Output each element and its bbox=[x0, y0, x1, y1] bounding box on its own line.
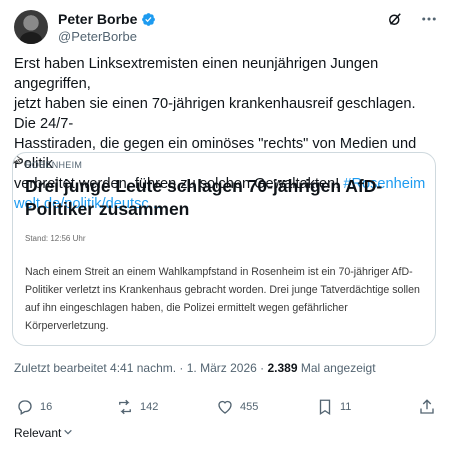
author-handle[interactable]: @PeterBorbe bbox=[58, 29, 137, 44]
author-name-row: Peter Borbe bbox=[58, 11, 156, 27]
link-preview-card[interactable]: ROSENHEIM Drei junge Leute schlagen 70-j… bbox=[12, 152, 436, 346]
views-count: 2.389 bbox=[267, 361, 298, 375]
heart-icon bbox=[218, 400, 232, 414]
tweet-meta: Zuletzt bearbeitet 4:41 nachm. · 1. März… bbox=[14, 361, 376, 375]
sort-label: Relevant bbox=[14, 426, 62, 440]
repost-icon bbox=[119, 399, 131, 415]
edited-timestamp[interactable]: Zuletzt bearbeitet 4:41 nachm. · 1. März… bbox=[14, 361, 267, 375]
share-button[interactable] bbox=[418, 398, 436, 416]
card-source-label: ROSENHEIM bbox=[25, 160, 83, 170]
like-count: 455 bbox=[240, 401, 259, 413]
bookmark-icon bbox=[319, 399, 331, 416]
reply-count: 16 bbox=[40, 401, 53, 413]
share-icon bbox=[420, 399, 434, 414]
reply-icon bbox=[18, 400, 32, 415]
tweet-actions-bar: 16 142 455 11 bbox=[14, 398, 438, 418]
cursor-icon bbox=[13, 153, 23, 168]
grok-icon[interactable] bbox=[386, 10, 404, 28]
card-timestamp: Stand: 12:56 Uhr bbox=[25, 234, 86, 243]
avatar[interactable] bbox=[14, 10, 48, 44]
chevron-down-icon bbox=[63, 426, 73, 440]
card-body-text: Nach einem Streit an einem Wahlkampfstan… bbox=[25, 266, 420, 332]
more-options-icon[interactable] bbox=[420, 10, 438, 28]
sort-dropdown[interactable]: Relevant bbox=[14, 426, 73, 440]
header-actions bbox=[386, 10, 438, 28]
tweet-text-line: Erst haben Linksextremisten einen neunjä… bbox=[14, 56, 379, 92]
views-label: Mal angezeigt bbox=[297, 361, 376, 375]
bookmark-count: 11 bbox=[340, 401, 352, 413]
repost-button[interactable]: 142 bbox=[116, 398, 158, 416]
bookmark-button[interactable]: 11 bbox=[316, 398, 351, 416]
tweet-header: Peter Borbe @PeterBorbe bbox=[14, 8, 438, 44]
reply-button[interactable]: 16 bbox=[16, 398, 52, 416]
like-button[interactable]: 455 bbox=[216, 398, 258, 416]
card-title[interactable]: Drei junge Leute schlagen 70-jährigen Af… bbox=[25, 175, 425, 221]
author-display-name[interactable]: Peter Borbe bbox=[58, 11, 137, 27]
verified-badge-icon bbox=[141, 12, 156, 27]
tweet-text-line: jetzt haben sie einen 70-jährigen kranke… bbox=[14, 96, 416, 132]
repost-count: 142 bbox=[140, 401, 159, 413]
